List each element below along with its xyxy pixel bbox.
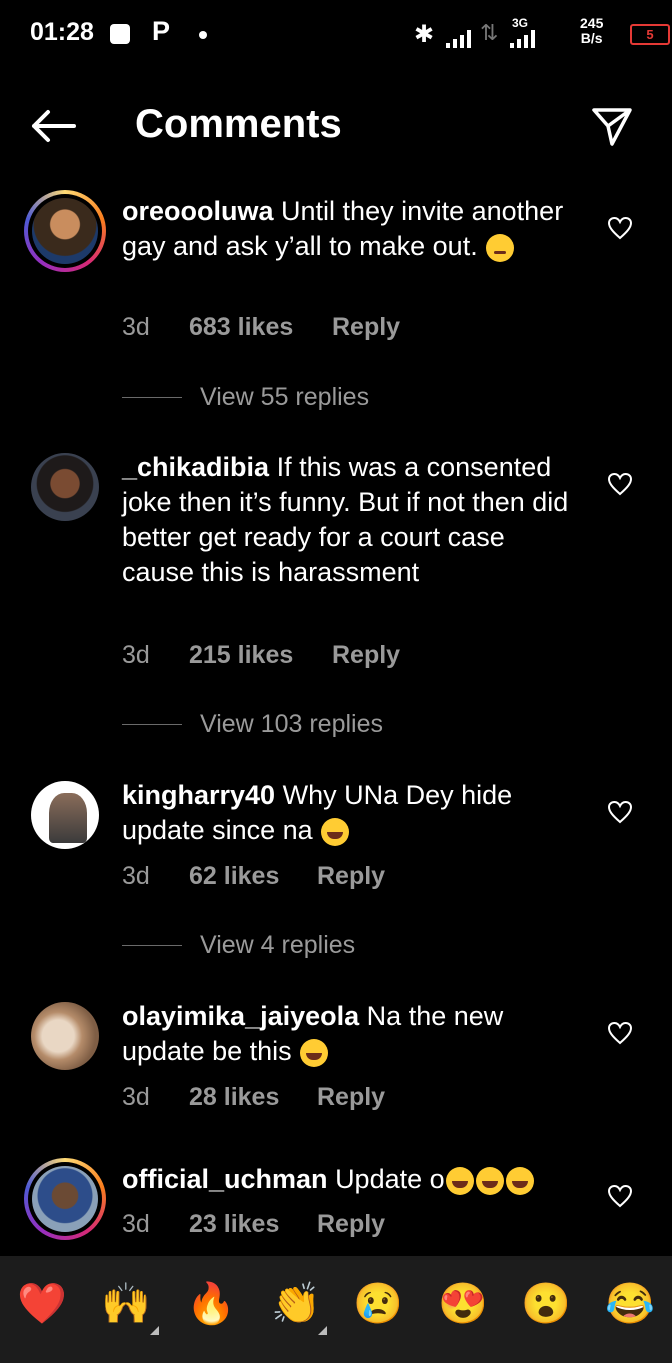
fire-reaction-icon[interactable]: 🔥 xyxy=(185,1278,237,1330)
skin-tone-indicator-icon xyxy=(318,1326,327,1335)
comment-time: 3d xyxy=(122,1210,150,1238)
tears-of-joy-emoji-icon xyxy=(475,1166,504,1195)
avatar[interactable] xyxy=(24,1158,106,1240)
reply-button[interactable]: Reply xyxy=(317,1083,385,1112)
comment-text: _chikadibia If this was a consented joke… xyxy=(122,450,582,590)
tears-of-joy-reaction-icon[interactable]: 😂 xyxy=(604,1278,656,1330)
comment-text: oreoooluwa Until they invite another gay… xyxy=(122,194,582,264)
comment-likes[interactable]: 28 likes xyxy=(189,1083,279,1112)
heart-reaction-icon[interactable]: ❤️ xyxy=(16,1278,68,1330)
tears-of-joy-emoji-icon xyxy=(505,1166,534,1195)
like-heart-icon[interactable] xyxy=(607,800,633,824)
tears-of-joy-emoji-icon xyxy=(321,817,350,846)
like-heart-icon[interactable] xyxy=(607,1184,633,1208)
comment-username[interactable]: olayimika_jaiyeola xyxy=(122,1001,359,1031)
comment-text: kingharry40 Why UNa Dey hide update sinc… xyxy=(122,778,582,848)
clapping-hands-reaction-icon[interactable]: 👏 xyxy=(270,1278,322,1330)
avatar[interactable] xyxy=(24,781,106,863)
comment-time: 3d xyxy=(122,313,150,341)
comment-username[interactable]: _chikadibia xyxy=(122,452,269,482)
battery-icon: 5 xyxy=(630,24,670,45)
avatar[interactable] xyxy=(24,190,106,272)
status-bar: 01:28 P ✱ ⇅ 3G 245 B/s 5 xyxy=(0,0,672,70)
comment-text: official_uchman Update o xyxy=(122,1162,582,1197)
more-notifications-dot-icon xyxy=(199,31,207,39)
page-title: Comments xyxy=(135,102,342,146)
surprised-face-reaction-icon[interactable]: 😮 xyxy=(520,1278,572,1330)
raising-hands-reaction-icon[interactable]: 🙌 xyxy=(100,1278,152,1330)
comment-time: 3d xyxy=(122,641,150,669)
comment-time: 3d xyxy=(122,862,150,890)
comment-username[interactable]: official_uchman xyxy=(122,1164,328,1194)
signal-icon-2 xyxy=(510,14,538,54)
skin-tone-indicator-icon xyxy=(150,1326,159,1335)
comment-likes[interactable]: 215 likes xyxy=(189,641,293,670)
back-arrow-icon[interactable] xyxy=(30,106,76,146)
signal-icon xyxy=(446,14,474,54)
comment-username[interactable]: kingharry40 xyxy=(122,780,275,810)
comment-likes[interactable]: 23 likes xyxy=(189,1210,279,1239)
reply-button[interactable]: Reply xyxy=(317,862,385,891)
crying-face-reaction-icon[interactable]: 😢 xyxy=(352,1278,404,1330)
quick-reactions-bar: ❤️ 🙌 🔥 👏 😢 😍 😮 😂 xyxy=(0,1256,672,1363)
bluetooth-icon: ✱ xyxy=(414,21,435,48)
header: Comments xyxy=(0,80,672,170)
tears-of-joy-emoji-icon xyxy=(300,1038,329,1067)
notification-app-icon: P xyxy=(152,16,171,46)
notification-square-icon xyxy=(110,24,130,44)
comment-username[interactable]: oreoooluwa xyxy=(122,196,274,226)
reply-button[interactable]: Reply xyxy=(332,313,400,342)
like-heart-icon[interactable] xyxy=(607,472,633,496)
comment-body: Update o xyxy=(335,1164,445,1194)
data-transfer-icon: ⇅ xyxy=(480,20,499,45)
comment-time: 3d xyxy=(122,1083,150,1111)
like-heart-icon[interactable] xyxy=(607,216,633,240)
comment-likes[interactable]: 683 likes xyxy=(189,313,293,342)
avatar[interactable] xyxy=(24,1002,106,1084)
comment-likes[interactable]: 62 likes xyxy=(189,862,279,891)
network-speed: 245 B/s xyxy=(580,15,604,46)
heart-eyes-reaction-icon[interactable]: 😍 xyxy=(437,1278,489,1330)
like-heart-icon[interactable] xyxy=(607,1021,633,1045)
avatar[interactable] xyxy=(24,453,106,535)
tears-of-joy-emoji-icon xyxy=(445,1166,474,1195)
comment-text: olayimika_jaiyeola Na the new update be … xyxy=(122,999,582,1069)
share-send-icon[interactable] xyxy=(590,104,634,148)
raised-eyebrow-emoji-icon xyxy=(486,233,515,262)
status-time: 01:28 xyxy=(30,18,94,46)
reply-button[interactable]: Reply xyxy=(332,641,400,670)
reply-button[interactable]: Reply xyxy=(317,1210,385,1239)
